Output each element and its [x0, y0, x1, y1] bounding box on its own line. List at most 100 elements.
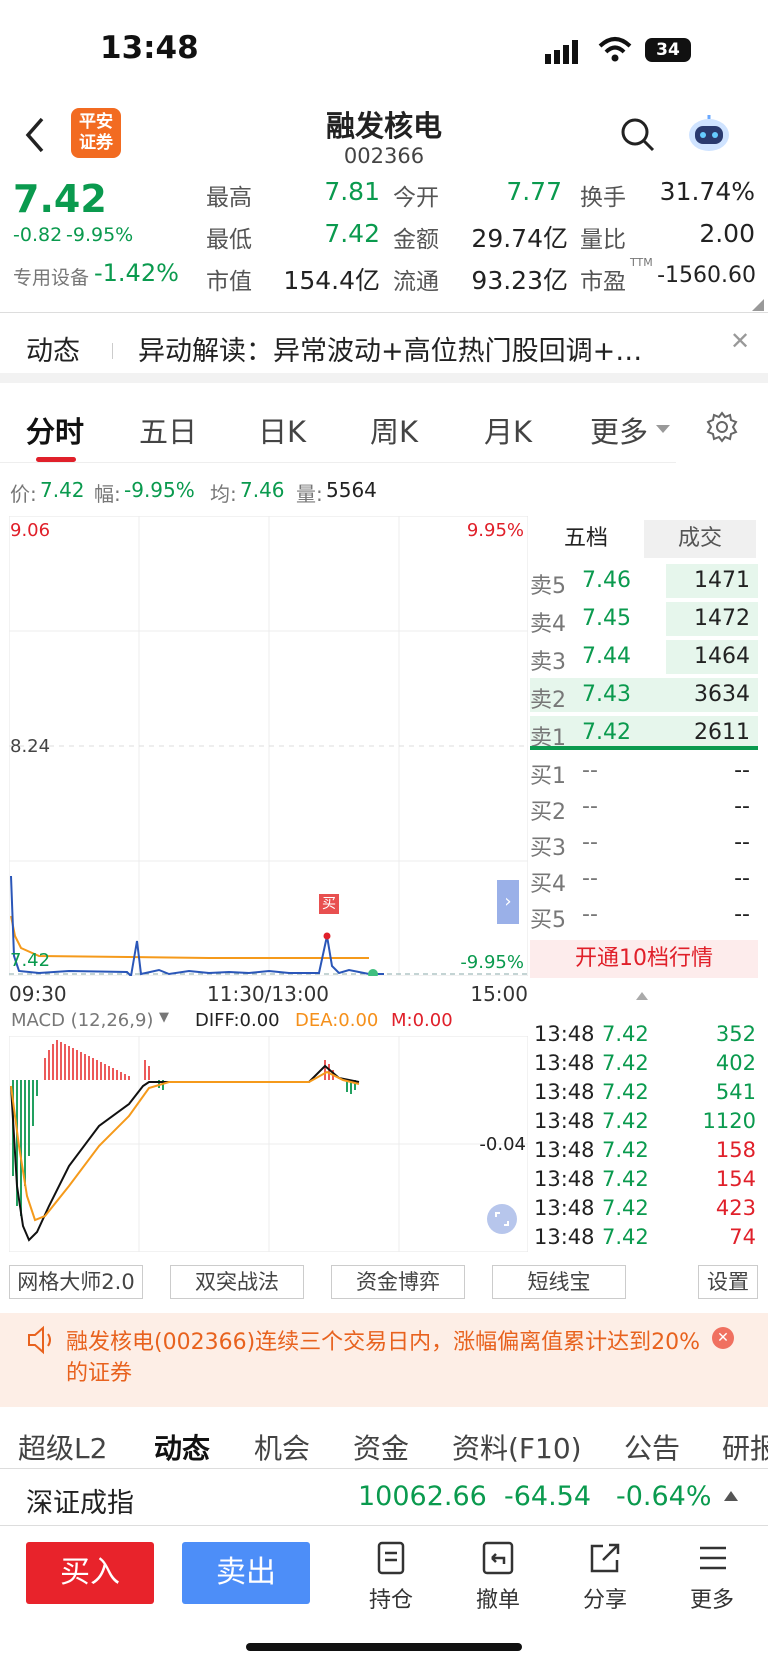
- chevron-up-icon[interactable]: [636, 992, 648, 1000]
- trade-price: 7.42: [602, 1109, 649, 1133]
- tabs-divider: [0, 462, 676, 463]
- tool-capital-game[interactable]: 资金博弈: [331, 1265, 465, 1299]
- trade-row: 13:48 7.42 541: [530, 1078, 758, 1107]
- bid-level-label: 买1: [530, 764, 566, 789]
- info-avg-label: 均:: [210, 482, 237, 506]
- sector-pct: -1.42%: [94, 259, 179, 287]
- clock: 13:48: [100, 30, 199, 66]
- close-icon[interactable]: ✕: [712, 1327, 734, 1349]
- gear-icon[interactable]: [706, 411, 738, 447]
- robot-assistant-icon[interactable]: [686, 113, 732, 157]
- notice-text: 融发核电(002366)连续三个交易日内，涨幅偏离值累计达到20%的证券: [66, 1330, 701, 1386]
- more-button[interactable]: 更多: [677, 1540, 747, 1614]
- macd-level-label: -0.04: [479, 1134, 526, 1155]
- bid-row: 买3 -- --: [530, 824, 758, 862]
- orderbook-tab-five[interactable]: 五档: [530, 520, 642, 558]
- tab-opportunity[interactable]: 机会: [254, 1427, 310, 1465]
- float-cap-label: 流通: [393, 269, 439, 295]
- wifi-icon: [598, 36, 632, 66]
- tab-five-day[interactable]: 五日: [139, 409, 197, 451]
- trade-time: 13:48: [534, 1022, 595, 1046]
- tab-weekly-k[interactable]: 周K: [370, 409, 418, 451]
- bid-level-label: 买5: [530, 908, 566, 933]
- fullscreen-icon[interactable]: [487, 1204, 517, 1234]
- trade-volume: 154: [715, 1167, 756, 1191]
- chevron-up-icon[interactable]: [724, 1491, 738, 1501]
- trade-price: 7.42: [602, 1225, 649, 1249]
- sell-button[interactable]: 卖出: [182, 1542, 310, 1604]
- home-indicator: [246, 1643, 522, 1651]
- trade-time: 13:48: [534, 1080, 595, 1104]
- buy-button[interactable]: 买入: [26, 1542, 154, 1604]
- tab-f10[interactable]: 资料(F10): [452, 1427, 582, 1465]
- risk-notice: 融发核电(002366)连续三个交易日内，涨幅偏离值累计达到20%的证券 ✕: [0, 1313, 768, 1407]
- broker-logo: 平安证券: [71, 108, 121, 158]
- tool-short-term[interactable]: 短线宝: [492, 1265, 626, 1299]
- chevron-down-icon[interactable]: ▼: [159, 1010, 169, 1025]
- trade-row: 13:48 7.42 158: [530, 1136, 758, 1165]
- ask-price: 7.42: [582, 720, 631, 745]
- cancel-order-button[interactable]: 撤单: [463, 1540, 533, 1614]
- expand-corner-icon[interactable]: [752, 299, 764, 311]
- info-amp: -9.95%: [124, 478, 195, 502]
- ask-level-label: 卖5: [530, 574, 566, 599]
- orderbook-tab-trades[interactable]: 成交: [644, 520, 756, 558]
- open-10-level-button[interactable]: 开通10档行情: [530, 940, 758, 978]
- ask-price: 7.45: [582, 606, 631, 631]
- macd-m: M:0.00: [391, 1010, 453, 1031]
- amount-label: 金额: [393, 227, 439, 253]
- back-icon[interactable]: [22, 115, 48, 159]
- bid-volume: --: [734, 866, 750, 891]
- trade-volume: 158: [715, 1138, 756, 1162]
- market-cap-value: 154.4亿: [283, 266, 380, 295]
- search-icon[interactable]: [620, 117, 656, 157]
- bid-row: 买1 -- --: [530, 752, 758, 790]
- tab-daily-k[interactable]: 日K: [258, 409, 306, 451]
- status-bar: 13:48 34: [0, 0, 768, 100]
- tab-dynamic[interactable]: 动态: [154, 1427, 210, 1465]
- close-icon[interactable]: ✕: [730, 327, 750, 355]
- chart-tabs: 分时 五日 日K 周K 月K 更多: [0, 383, 768, 463]
- trade-row: 13:48 7.42 154: [530, 1165, 758, 1194]
- volume-ratio-label: 量比: [580, 227, 626, 253]
- index-ticker[interactable]: 深证成指 10062.66 -64.54 -0.64%: [0, 1468, 768, 1526]
- high-label: 最高: [206, 185, 252, 211]
- tool-grid-master[interactable]: 网格大师2.0: [9, 1265, 143, 1299]
- cancel-order-label: 撤单: [475, 1588, 520, 1613]
- tab-more[interactable]: 更多: [590, 409, 648, 451]
- detail-tabs: 超级L2 动态 机会 资金 资料(F10) 公告 研报: [0, 1415, 768, 1465]
- y-axis-bottom: 7.42: [10, 950, 51, 971]
- tab-super-l2[interactable]: 超级L2: [18, 1427, 107, 1465]
- bid-level-label: 买4: [530, 872, 566, 897]
- bid-level-label: 买2: [530, 800, 566, 825]
- holdings-button[interactable]: 持仓: [356, 1540, 426, 1614]
- index-change: -64.54: [504, 1481, 592, 1512]
- tab-capital[interactable]: 资金: [353, 1427, 409, 1465]
- battery-icon: 34: [645, 38, 691, 62]
- expand-panel-button[interactable]: ›: [497, 880, 519, 924]
- pct-axis-top: 9.95%: [466, 520, 524, 541]
- news-divider: [112, 343, 113, 359]
- bid-row: 买4 -- --: [530, 860, 758, 898]
- time-end: 15:00: [470, 982, 528, 1006]
- share-button[interactable]: 分享: [570, 1540, 640, 1614]
- trade-row: 13:48 7.42 352: [530, 1020, 758, 1049]
- news-text[interactable]: 异动解读：异常波动+高位热门股回调+…: [138, 329, 708, 368]
- tab-intraday[interactable]: 分时: [26, 409, 84, 451]
- trade-volume: 352: [715, 1022, 756, 1046]
- trade-volume: 541: [715, 1080, 756, 1104]
- tool-double-breakout[interactable]: 双突战法: [170, 1265, 304, 1299]
- tab-monthly-k[interactable]: 月K: [484, 409, 532, 451]
- news-bar[interactable]: 动态 异动解读：异常波动+高位热门股回调+… ✕: [0, 313, 768, 383]
- tool-settings[interactable]: 设置: [698, 1265, 758, 1299]
- intraday-chart[interactable]: 9.06 8.24 7.42 9.95% -9.95% 买 ›: [9, 516, 528, 976]
- tab-research[interactable]: 研报: [722, 1427, 768, 1465]
- macd-chart[interactable]: -0.04: [9, 1036, 528, 1252]
- time-axis: 09:30 11:30/13:00 15:00: [9, 982, 528, 1008]
- macd-indicator-selector[interactable]: MACD (12,26,9): [11, 1010, 153, 1031]
- tab-announcement[interactable]: 公告: [624, 1427, 680, 1465]
- open-value: 7.77: [506, 177, 562, 206]
- stock-name: 融发核电: [325, 109, 442, 143]
- y-axis-top: 9.06: [10, 520, 51, 541]
- signal-icon: [545, 40, 585, 68]
